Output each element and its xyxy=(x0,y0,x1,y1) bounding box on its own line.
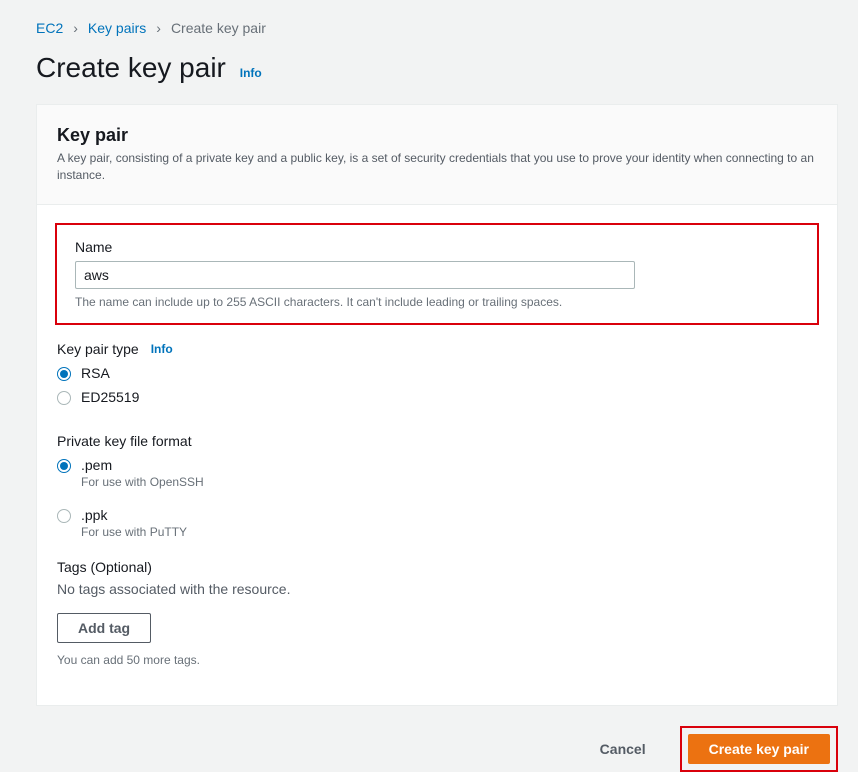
radio-label: .ppk xyxy=(81,507,187,523)
breadcrumb-current: Create key pair xyxy=(171,20,266,36)
panel-description: A key pair, consisting of a private key … xyxy=(57,150,817,184)
create-button-highlight: Create key pair xyxy=(680,726,838,772)
cancel-button[interactable]: Cancel xyxy=(580,735,666,763)
key-pair-panel: Key pair A key pair, consisting of a pri… xyxy=(36,104,838,706)
radio-pem[interactable]: .pem For use with OpenSSH xyxy=(57,457,817,489)
panel-header: Key pair A key pair, consisting of a pri… xyxy=(37,105,837,205)
tags-label: Tags (Optional) xyxy=(57,559,817,575)
key-pair-type-group: RSA ED25519 xyxy=(57,365,817,405)
radio-label: ED25519 xyxy=(81,389,139,405)
panel-title: Key pair xyxy=(57,125,817,146)
breadcrumb-parent[interactable]: Key pairs xyxy=(88,20,146,36)
chevron-right-icon: › xyxy=(73,20,78,36)
name-label: Name xyxy=(75,239,799,255)
info-link[interactable]: Info xyxy=(151,342,173,356)
radio-icon xyxy=(57,509,71,523)
radio-desc: For use with PuTTY xyxy=(81,525,187,539)
name-input[interactable] xyxy=(75,261,635,289)
radio-label: RSA xyxy=(81,365,110,381)
info-link[interactable]: Info xyxy=(240,66,262,80)
radio-ed25519[interactable]: ED25519 xyxy=(57,389,817,405)
radio-icon xyxy=(57,367,71,381)
tags-empty-text: No tags associated with the resource. xyxy=(57,581,817,597)
radio-icon xyxy=(57,391,71,405)
radio-ppk[interactable]: .ppk For use with PuTTY xyxy=(57,507,817,539)
chevron-right-icon: › xyxy=(156,20,161,36)
add-tag-button[interactable]: Add tag xyxy=(57,613,151,643)
name-section-highlight: Name The name can include up to 255 ASCI… xyxy=(55,223,819,325)
file-format-label: Private key file format xyxy=(57,433,817,449)
radio-icon xyxy=(57,459,71,473)
radio-desc: For use with OpenSSH xyxy=(81,475,204,489)
file-format-group: .pem For use with OpenSSH .ppk For use w… xyxy=(57,457,817,539)
page-title: Create key pair xyxy=(36,52,226,84)
tags-hint: You can add 50 more tags. xyxy=(57,653,817,667)
name-hint: The name can include up to 255 ASCII cha… xyxy=(75,295,799,309)
breadcrumb: EC2 › Key pairs › Create key pair xyxy=(36,20,838,36)
footer-actions: Cancel Create key pair xyxy=(36,726,838,772)
breadcrumb-root[interactable]: EC2 xyxy=(36,20,63,36)
key-pair-type-label: Key pair type xyxy=(57,341,139,357)
radio-label: .pem xyxy=(81,457,204,473)
create-key-pair-button[interactable]: Create key pair xyxy=(688,734,830,764)
radio-rsa[interactable]: RSA xyxy=(57,365,817,381)
